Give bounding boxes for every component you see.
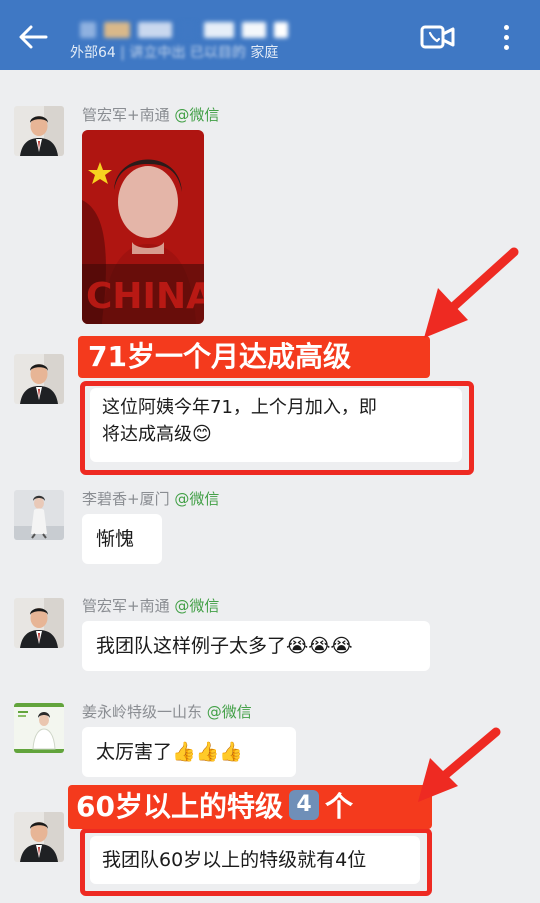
message-bubble[interactable]: 我团队这样例子太多了😭😭😭 [82,621,430,671]
message-bubble[interactable]: 太厉害了👍👍👍 [82,727,296,777]
highlight-frame [80,381,474,475]
avatar[interactable] [14,490,64,540]
sender-name: 管宏军+南通 @微信 [82,597,220,615]
sender-name: 管宏军+南通 @微信 [82,106,220,124]
avatar[interactable] [14,598,64,648]
avatar[interactable] [14,703,64,753]
keycap-four-icon: 4 [288,790,319,820]
avatar[interactable] [14,106,64,156]
back-arrow-icon [19,25,48,49]
chat-subtitle: 外部64 | 讲立中出 已以目的 家庭 [70,45,279,61]
image-message[interactable]: CHINA [82,130,204,324]
sender-name: 姜永岭特级一山东 @微信 [82,703,252,721]
back-button[interactable] [16,20,50,54]
chat-header: 外部64 | 讲立中出 已以目的 家庭 [0,0,540,70]
message-bubble[interactable]: 惭愧 [82,514,162,564]
annotation-label: 60岁以上的特级 4 个 [68,785,432,829]
blurred-title [80,20,340,40]
video-call-button[interactable] [418,22,458,52]
red-arrow-icon [418,727,501,802]
svg-text:CHINA: CHINA [86,276,204,317]
avatar[interactable] [14,354,64,404]
red-arrow-icon [424,247,519,338]
annotation-label: 71岁一个月达成高级 [78,336,430,378]
more-vertical-icon [503,24,509,30]
highlight-frame [80,828,432,896]
crying-emoji: 😭😭😭 [286,635,353,657]
video-call-icon [420,25,455,49]
thumbs-up-emoji: 👍👍👍 [172,741,243,763]
chat-title[interactable]: 外部64 | 讲立中出 已以目的 家庭 [70,8,370,64]
avatar[interactable] [14,812,64,862]
more-options-button[interactable] [494,20,518,54]
sender-name: 李碧香+厦门 @微信 [82,490,220,508]
